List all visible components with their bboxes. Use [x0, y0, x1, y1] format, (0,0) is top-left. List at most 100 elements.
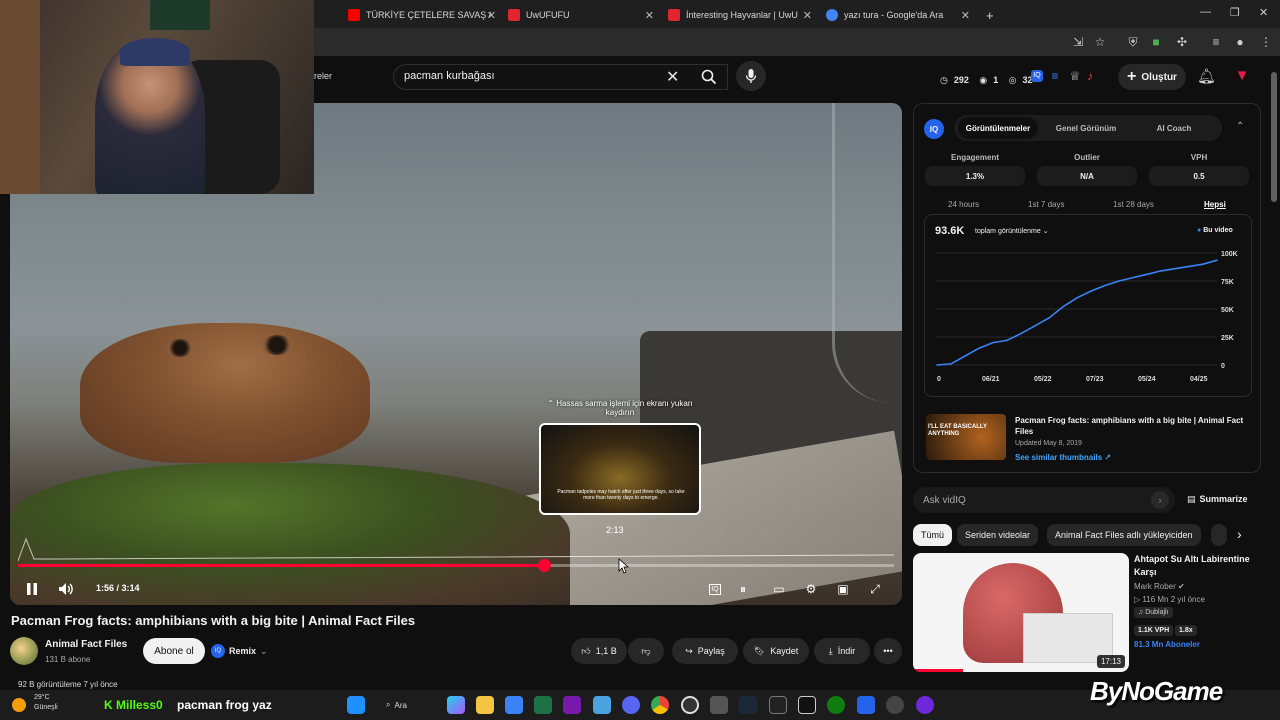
extension-green-icon[interactable]: ■ [1148, 34, 1164, 50]
recommended-thumbnail[interactable]: 17:13 [913, 553, 1129, 672]
chip-more[interactable] [1211, 524, 1227, 546]
range-all[interactable]: Hepsi [1204, 200, 1226, 209]
list-icon[interactable]: ≡ [1047, 68, 1063, 84]
page-scrollbar[interactable] [1270, 60, 1278, 690]
chip-uploader[interactable]: Animal Fact Files adlı yükleyiciden [1047, 524, 1201, 546]
discord-icon[interactable] [622, 696, 640, 714]
windows-start-icon[interactable] [347, 696, 365, 714]
steam-icon[interactable] [739, 696, 757, 714]
similar-thumbnails-link[interactable]: See similar thumbnails ↗ [1015, 453, 1111, 462]
like-button[interactable]: 👍︎ 1,1 B [571, 638, 627, 664]
pause-button[interactable] [20, 577, 44, 601]
app-icon[interactable] [857, 696, 875, 714]
share-label: Paylaş [697, 646, 725, 656]
bookmark-star-icon[interactable]: ☆ [1092, 34, 1108, 50]
tab-ai-coach[interactable]: AI Coach [1134, 117, 1214, 139]
channel-avatar[interactable] [10, 637, 38, 665]
range-7d[interactable]: 1st 7 days [1028, 200, 1064, 209]
summarize-button[interactable]: ▤ Summarize [1187, 494, 1248, 505]
dislike-button[interactable]: 👎︎ [628, 638, 664, 664]
terminal-icon[interactable] [769, 696, 787, 714]
extensions-puzzle-icon[interactable]: ✣ [1174, 34, 1190, 50]
vidiq-player-button[interactable]: IQ [703, 577, 727, 601]
tab-turkiye[interactable]: TÜRKİYE ÇETELERE SAVAŞ AÇTI ✕ [342, 4, 502, 26]
close-tab-icon[interactable]: ✕ [803, 9, 812, 22]
epic-games-icon[interactable] [798, 696, 816, 714]
chips-next-icon[interactable]: › [1237, 526, 1242, 542]
scrollbar-thumb[interactable] [1271, 72, 1277, 202]
chip-series[interactable]: Seriden videolar [957, 524, 1039, 546]
collapse-chevron-icon[interactable]: ⌃ [1236, 121, 1244, 132]
close-tab-icon[interactable]: ✕ [961, 9, 970, 22]
remix-button[interactable]: IQ Remix ⌄ [211, 640, 281, 662]
stat-views: 292 [953, 75, 969, 85]
search-icon [701, 69, 717, 85]
shield-icon[interactable]: ⛨ [1125, 34, 1141, 50]
taskbar-search[interactable]: ⌕ Ara [386, 696, 438, 714]
file-explorer-icon[interactable] [476, 696, 494, 714]
xbox-icon[interactable] [827, 696, 845, 714]
seek-preview-thumbnail: Pacman tadpoles may hatch after just thr… [539, 423, 701, 515]
y-tick-label: 25K [1221, 335, 1234, 342]
tab-views[interactable]: Görüntülenmeler [958, 117, 1038, 139]
install-app-icon[interactable]: ⇲ [1070, 34, 1086, 50]
minimize-icon[interactable]: — [1200, 6, 1211, 18]
tab-yazi-tura[interactable]: yazı tura - Google'da Ara ✕ [820, 4, 976, 26]
voice-search-button[interactable] [736, 61, 766, 91]
progress-scrubber[interactable] [537, 559, 551, 572]
close-tab-icon[interactable]: ✕ [487, 9, 496, 22]
volume-button[interactable] [54, 577, 78, 601]
notifications-bell-icon[interactable]: 🔔︎ [1197, 69, 1216, 85]
app-purple-icon[interactable] [916, 696, 934, 714]
autoplay-toggle[interactable]: ⏸ [731, 577, 755, 601]
notepad-icon[interactable] [593, 696, 611, 714]
theater-mode-button[interactable]: ▣ [831, 577, 855, 601]
search-value: pacman kurbağası [404, 70, 495, 82]
settings-button[interactable]: ⚙ [799, 577, 823, 601]
restore-icon[interactable]: ❐ [1230, 6, 1240, 19]
channel-name[interactable]: Animal Fact Files [45, 639, 127, 650]
channel-avatar-icon[interactable]: ▼ [1234, 68, 1250, 84]
save-button[interactable]: 🔖︎ Kaydet [743, 638, 809, 664]
subtitles-button[interactable]: ▭ [767, 577, 791, 601]
onenote-icon[interactable] [563, 696, 581, 714]
ask-vidiq-input[interactable]: Ask vidIQ › [913, 487, 1175, 513]
create-button[interactable]: + Oluştur [1118, 64, 1186, 90]
alert-icon[interactable]: ♪ [1082, 68, 1098, 84]
new-tab-button[interactable]: + [980, 4, 1000, 26]
clear-search-icon[interactable]: ✕ [666, 67, 679, 87]
range-24h[interactable]: 24 hours [948, 200, 979, 209]
video-thumbnail[interactable]: I'LL EAT BASICALLY ANYTHING [926, 414, 1006, 460]
store-icon[interactable] [505, 696, 523, 714]
browser-app-icon[interactable] [886, 696, 904, 714]
search-button[interactable] [690, 64, 728, 90]
subscribe-button[interactable]: Abone ol [143, 638, 205, 664]
profile-avatar-icon[interactable]: ● [1232, 34, 1248, 50]
download-button[interactable]: ⤓ İndir [814, 638, 870, 664]
copilot-icon[interactable] [447, 696, 465, 714]
more-actions-button[interactable]: ••• [874, 638, 902, 664]
share-button[interactable]: ↪ Paylaş [672, 638, 738, 664]
tab-uwufufu[interactable]: UwUFUFU ✕ [502, 4, 660, 26]
browser-menu-icon[interactable]: ⋮ [1258, 34, 1274, 50]
calculator-icon[interactable] [710, 696, 728, 714]
range-28d[interactable]: 1st 28 days [1113, 200, 1154, 209]
recommended-title[interactable]: Ahtapot Su Altı Labirentine Karşı [1134, 553, 1264, 579]
trophy-icon[interactable]: ♕ [1067, 68, 1083, 84]
send-arrow-icon[interactable]: › [1151, 491, 1169, 509]
frog-eye [167, 339, 193, 357]
vidiq-logo-icon[interactable]: IQ [1031, 70, 1043, 82]
obs-icon[interactable] [681, 696, 699, 714]
total-views-dropdown[interactable]: toplam görüntülenme ⌄ [975, 227, 1049, 235]
kick-icon: K [104, 698, 116, 712]
fullscreen-button[interactable]: ⤢ [863, 577, 887, 601]
data-point [1132, 276, 1134, 279]
chrome-icon[interactable] [651, 696, 669, 714]
close-tab-icon[interactable]: ✕ [645, 9, 654, 22]
chip-all[interactable]: Tümü [913, 524, 953, 546]
tab-interesting[interactable]: İnteresting Hayvanlar | UwUFUFU ✕ [662, 4, 818, 26]
tab-overview[interactable]: Genel Görünüm [1046, 117, 1126, 139]
close-window-icon[interactable]: ✕ [1259, 6, 1268, 19]
media-controls-icon[interactable]: ≡ [1208, 34, 1224, 50]
excel-icon[interactable] [534, 696, 552, 714]
